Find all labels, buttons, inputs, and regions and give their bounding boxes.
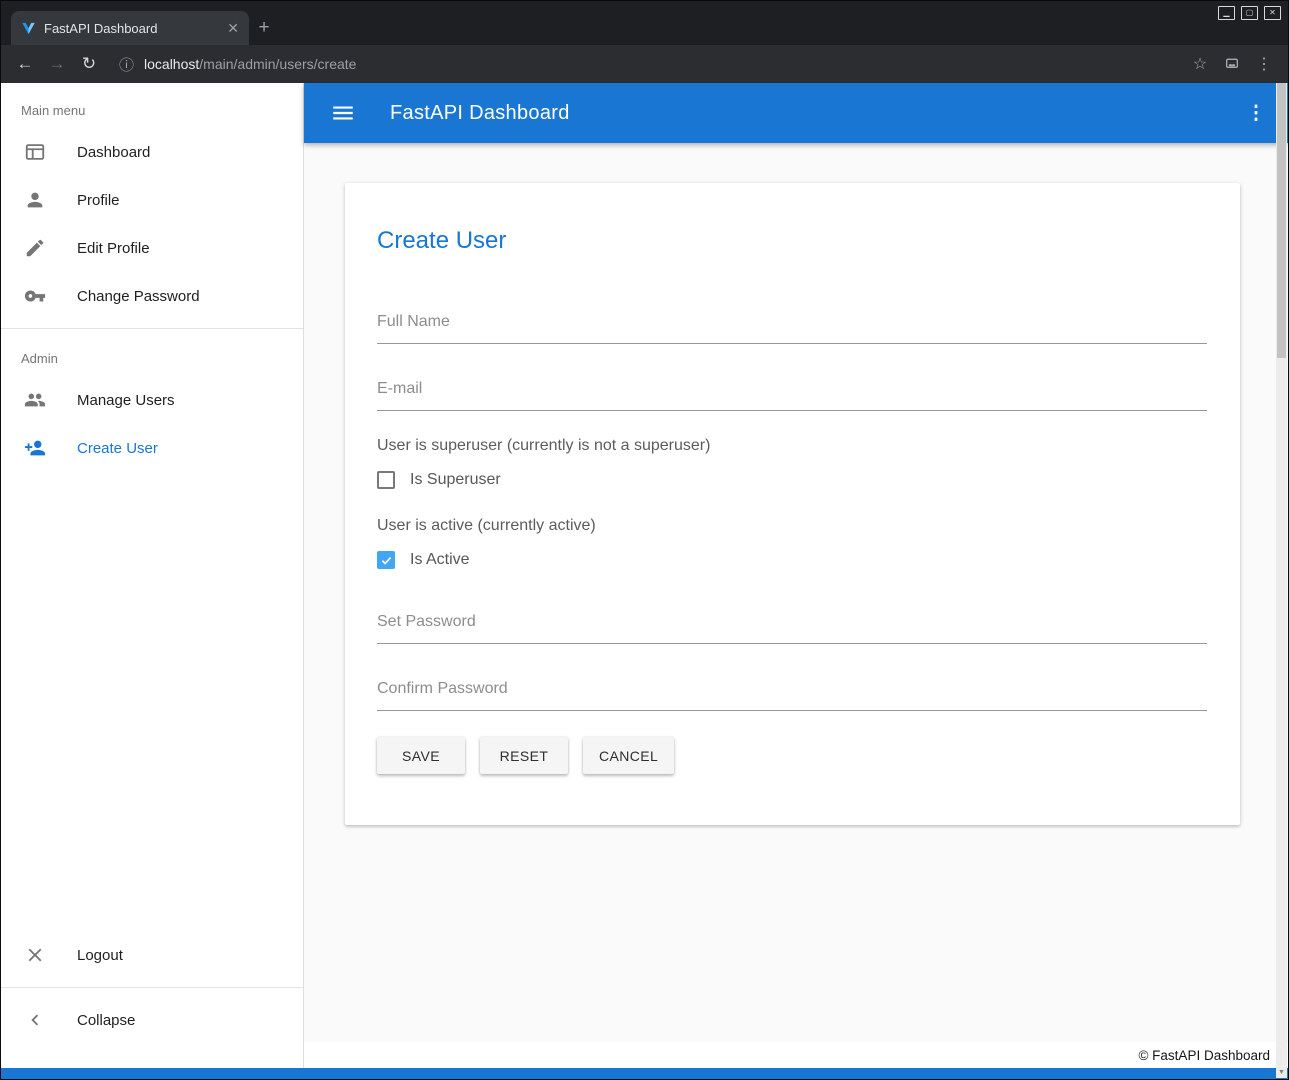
vuetify-favicon-icon	[21, 21, 36, 36]
page-title: Create User	[377, 227, 1207, 255]
browser-tab[interactable]: FastAPI Dashboard ✕	[11, 11, 249, 45]
checkbox-label: Is Superuser	[410, 471, 501, 489]
bookmark-star-icon[interactable]: ☆	[1186, 50, 1214, 78]
sidebar-item-manage-users[interactable]: Manage Users	[1, 376, 303, 424]
is-active-checkbox[interactable]: Is Active	[377, 551, 1207, 569]
vertical-scrollbar[interactable]: ▼	[1276, 83, 1287, 1078]
sidebar-item-label: Collapse	[77, 1012, 135, 1029]
person-icon	[23, 188, 47, 212]
sidebar-item-label: Dashboard	[77, 144, 150, 161]
sidebar-item-label: Manage Users	[77, 392, 175, 409]
extensions-icon[interactable]	[1218, 50, 1246, 78]
sidebar-item-logout[interactable]: Logout	[1, 931, 303, 979]
content: Create User User is superuser (currently…	[304, 143, 1288, 1042]
sidebar-item-label: Profile	[77, 192, 120, 209]
back-icon[interactable]: ←	[11, 50, 39, 78]
hamburger-menu-icon[interactable]	[330, 100, 356, 126]
confirm-password-input[interactable]	[377, 670, 1207, 711]
tab-strip: FastAPI Dashboard ✕ + ▁ ▢ ✕	[1, 1, 1288, 45]
sidebar-divider	[1, 987, 303, 988]
dashboard-icon	[23, 140, 47, 164]
sidebar-section-admin: Admin	[1, 337, 303, 376]
full-name-field	[377, 303, 1207, 344]
url-text: localhost/main/admin/users/create	[144, 56, 356, 72]
appbar-menu-kebab-icon[interactable]: ⋮	[1242, 102, 1270, 125]
sidebar-item-profile[interactable]: Profile	[1, 176, 303, 224]
chevron-left-icon	[23, 1008, 47, 1032]
page-info-icon[interactable]: ⓘ	[119, 54, 134, 75]
sidebar-item-label: Edit Profile	[77, 240, 150, 257]
sidebar: Main menu Dashboard Profile	[1, 83, 304, 1068]
full-name-input[interactable]	[377, 303, 1207, 344]
app-bar: FastAPI Dashboard ⋮	[304, 83, 1288, 143]
address-bar[interactable]: ⓘ localhost/main/admin/users/create	[107, 50, 1182, 78]
checkbox-checked-icon	[377, 551, 395, 569]
close-window-button[interactable]: ✕	[1264, 6, 1281, 20]
sidebar-section-main-menu: Main menu	[1, 89, 303, 128]
tab-title: FastAPI Dashboard	[44, 21, 217, 36]
set-password-input[interactable]	[377, 603, 1207, 644]
person-add-icon	[23, 436, 47, 460]
page: Main menu Dashboard Profile	[1, 83, 1288, 1068]
close-icon	[23, 943, 47, 967]
key-icon	[23, 284, 47, 308]
superuser-hint: User is superuser (currently is not a su…	[377, 437, 1207, 455]
sidebar-item-label: Create User	[77, 440, 158, 457]
url-path: /main/admin/users/create	[199, 56, 356, 72]
footer-accent-bar	[1, 1068, 1288, 1079]
sidebar-item-change-password[interactable]: Change Password	[1, 272, 303, 320]
browser-menu-kebab-icon[interactable]: ⋮	[1250, 50, 1278, 78]
email-field	[377, 370, 1207, 411]
sidebar-item-dashboard[interactable]: Dashboard	[1, 128, 303, 176]
forward-icon[interactable]: →	[43, 50, 71, 78]
tab-close-icon[interactable]: ✕	[225, 20, 241, 37]
sidebar-item-label: Change Password	[77, 288, 200, 305]
reload-icon[interactable]: ↻	[75, 50, 103, 78]
url-host: localhost	[144, 56, 199, 72]
maximize-button[interactable]: ▢	[1241, 6, 1258, 20]
reset-button[interactable]: RESET	[480, 737, 568, 774]
save-button[interactable]: SAVE	[377, 737, 465, 774]
browser-toolbar: ← → ↻ ⓘ localhost/main/admin/users/creat…	[1, 45, 1288, 83]
scrollbar-down-arrow-icon[interactable]: ▼	[1276, 1066, 1287, 1078]
active-hint: User is active (currently active)	[377, 517, 1207, 535]
sidebar-item-create-user[interactable]: Create User	[1, 424, 303, 472]
appbar-title: FastAPI Dashboard	[390, 102, 570, 125]
new-tab-button[interactable]: +	[249, 11, 279, 45]
confirm-password-field	[377, 670, 1207, 711]
set-password-field	[377, 603, 1207, 644]
window-controls: ▁ ▢ ✕	[1218, 6, 1281, 20]
checkbox-unchecked-icon	[377, 471, 395, 489]
cancel-button[interactable]: CANCEL	[583, 737, 674, 774]
people-icon	[23, 388, 47, 412]
main-area: FastAPI Dashboard ⋮ Create User User is …	[304, 83, 1288, 1068]
pencil-icon	[23, 236, 47, 260]
email-input[interactable]	[377, 370, 1207, 411]
sidebar-item-label: Logout	[77, 947, 123, 964]
checkbox-label: Is Active	[410, 551, 470, 569]
scrollbar-thumb[interactable]	[1277, 83, 1286, 358]
sidebar-item-edit-profile[interactable]: Edit Profile	[1, 224, 303, 272]
copyright-text: © FastAPI Dashboard	[1138, 1048, 1270, 1063]
browser-window: FastAPI Dashboard ✕ + ▁ ▢ ✕ ← → ↻ ⓘ loca…	[0, 0, 1289, 1080]
sidebar-item-collapse[interactable]: Collapse	[1, 996, 303, 1044]
is-superuser-checkbox[interactable]: Is Superuser	[377, 471, 1207, 489]
create-user-card: Create User User is superuser (currently…	[345, 183, 1240, 825]
sidebar-divider	[1, 328, 303, 329]
form-actions: SAVE RESET CANCEL	[377, 737, 1207, 774]
minimize-button[interactable]: ▁	[1218, 6, 1235, 20]
footer: © FastAPI Dashboard	[304, 1042, 1288, 1068]
